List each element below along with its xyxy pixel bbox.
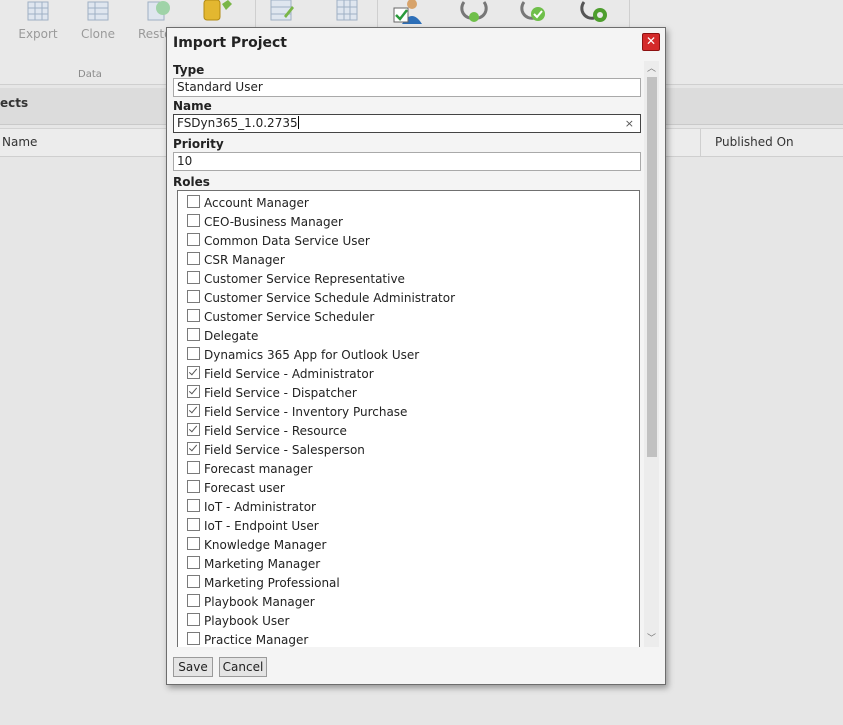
priority-field[interactable]: 10 xyxy=(173,152,641,171)
close-button[interactable]: ✕ xyxy=(642,33,660,51)
export-button[interactable]: Export xyxy=(10,0,66,41)
type-value: Standard User xyxy=(177,80,263,94)
role-checkbox[interactable] xyxy=(187,594,200,607)
workflow-icon xyxy=(460,1,488,22)
dialog-form: Type Standard User Name FSDyn365_1.0.273… xyxy=(172,61,642,647)
role-checkbox[interactable] xyxy=(187,537,200,550)
dialog-scrollbar[interactable]: ︿ ﹀ xyxy=(644,61,659,647)
section-title: ects xyxy=(0,96,29,110)
role-label: CEO-Business Manager xyxy=(204,215,343,229)
database-icon xyxy=(203,0,232,21)
role-label: Delegate xyxy=(204,329,259,343)
role-checkbox[interactable] xyxy=(187,366,200,379)
role-checkbox[interactable] xyxy=(187,632,200,645)
name-value: FSDyn365_1.0.2735 xyxy=(177,116,298,130)
cancel-button[interactable]: Cancel xyxy=(219,657,267,677)
role-label: Playbook User xyxy=(204,614,290,628)
column-header-published-on[interactable]: Published On xyxy=(715,135,794,149)
type-field[interactable]: Standard User xyxy=(173,78,641,97)
restore-button[interactable]: Resto xyxy=(130,0,186,41)
role-checkbox[interactable] xyxy=(187,385,200,398)
user-check-icon xyxy=(393,0,422,24)
role-label: Account Manager xyxy=(204,196,309,210)
dialog-title: Import Project xyxy=(173,35,287,51)
role-checkbox[interactable] xyxy=(187,442,200,455)
role-checkbox[interactable] xyxy=(187,518,200,531)
clone-grid-icon xyxy=(87,1,109,21)
restore-icon xyxy=(147,1,170,21)
role-checkbox[interactable] xyxy=(187,556,200,569)
clone-button[interactable]: Clone xyxy=(70,0,126,41)
role-label: Common Data Service User xyxy=(204,234,370,248)
save-button[interactable]: Save xyxy=(173,657,213,677)
clear-icon[interactable]: × xyxy=(625,115,634,132)
role-label: Marketing Professional xyxy=(204,576,340,590)
role-checkbox[interactable] xyxy=(187,252,200,265)
role-label: Field Service - Inventory Purchase xyxy=(204,405,408,419)
role-checkbox[interactable] xyxy=(187,347,200,360)
role-label: Field Service - Administrator xyxy=(204,367,374,381)
role-label: Marketing Manager xyxy=(204,557,321,571)
role-label: Practice Manager xyxy=(204,633,309,647)
approve-icon xyxy=(520,1,545,21)
role-label: IoT - Administrator xyxy=(204,500,316,514)
roles-label: Roles xyxy=(173,175,210,189)
priority-label: Priority xyxy=(173,137,224,151)
role-checkbox[interactable] xyxy=(187,575,200,588)
name-label: Name xyxy=(173,99,212,113)
export-grid-icon xyxy=(27,1,49,21)
role-label: Field Service - Dispatcher xyxy=(204,386,357,400)
role-checkbox[interactable] xyxy=(187,499,200,512)
role-checkbox[interactable] xyxy=(187,214,200,227)
role-label: Playbook Manager xyxy=(204,595,315,609)
role-label: Customer Service Scheduler xyxy=(204,310,375,324)
edit-grid-icon xyxy=(270,0,294,21)
role-checkbox[interactable] xyxy=(187,328,200,341)
role-checkbox[interactable] xyxy=(187,613,200,626)
text-caret xyxy=(297,116,299,129)
scroll-up-icon[interactable]: ︿ xyxy=(644,62,659,76)
role-checkbox[interactable] xyxy=(187,404,200,417)
role-checkbox[interactable] xyxy=(187,480,200,493)
scroll-down-icon[interactable]: ﹀ xyxy=(644,632,659,646)
settings-icon xyxy=(580,1,607,22)
roles-list[interactable]: Account Manager CEO-Business Manager Commo… xyxy=(177,190,640,647)
role-label: Forecast user xyxy=(204,481,285,495)
role-checkbox[interactable] xyxy=(187,233,200,246)
close-icon: ✕ xyxy=(645,34,657,48)
role-checkbox[interactable] xyxy=(187,195,200,208)
role-label: IoT - Endpoint User xyxy=(204,519,319,533)
role-checkbox[interactable] xyxy=(187,461,200,474)
role-checkbox[interactable] xyxy=(187,290,200,303)
priority-value: 10 xyxy=(177,154,193,168)
role-label: Knowledge Manager xyxy=(204,538,327,552)
ribbon-group-label: Data xyxy=(78,69,102,80)
role-label: CSR Manager xyxy=(204,253,285,267)
role-label: Field Service - Salesperson xyxy=(204,443,365,457)
role-label: Customer Service Representative xyxy=(204,272,405,286)
role-label: Dynamics 365 App for Outlook User xyxy=(204,348,420,362)
role-checkbox[interactable] xyxy=(187,309,200,322)
scrollbar-thumb[interactable] xyxy=(647,77,657,457)
import-project-dialog: Import Project ✕ Type Standard User Name… xyxy=(166,27,666,685)
type-label: Type xyxy=(173,63,205,77)
name-field[interactable]: FSDyn365_1.0.2735 × xyxy=(173,114,641,133)
column-header-name[interactable]: Name xyxy=(2,135,37,149)
role-checkbox[interactable] xyxy=(187,271,200,284)
table-grid-icon xyxy=(336,0,358,21)
role-label: Field Service - Resource xyxy=(204,424,347,438)
column-separator xyxy=(700,129,701,156)
role-label: Forecast manager xyxy=(204,462,313,476)
role-label: Customer Service Schedule Administrator xyxy=(204,291,456,305)
role-checkbox[interactable] xyxy=(187,423,200,436)
